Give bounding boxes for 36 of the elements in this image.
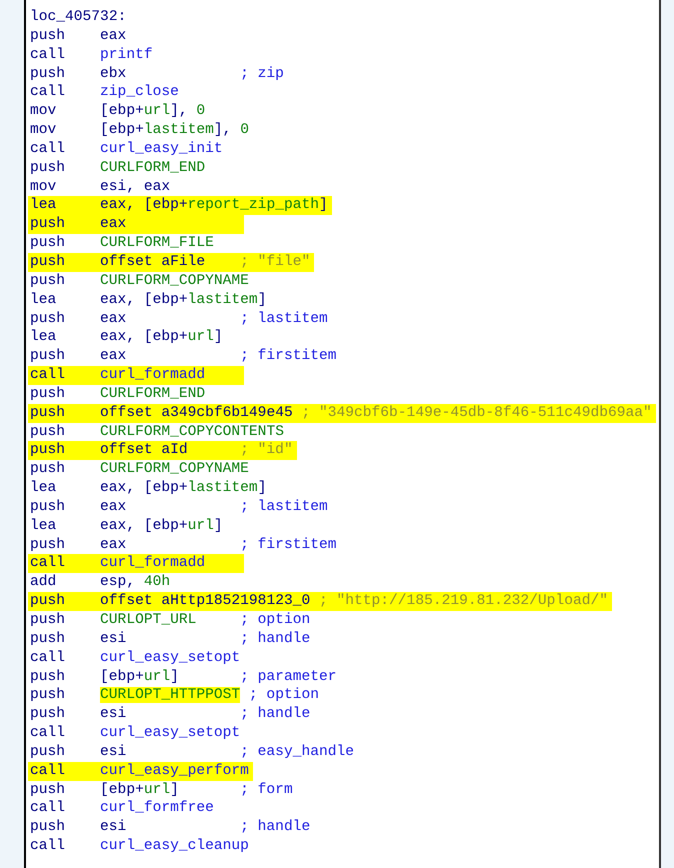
code-line: add esp, 40h bbox=[29, 573, 172, 592]
code-line: lea eax, [ebp+lastitem] bbox=[29, 290, 268, 310]
code-line: push [ebp+url] ; parameter bbox=[29, 668, 338, 686]
code-line: call zip_close bbox=[29, 83, 180, 102]
code-line: push CURLFORM_COPYNAME bbox=[29, 272, 250, 291]
code-line: push esi ; handle bbox=[29, 818, 312, 838]
code-line: push CURLFORM_COPYCONTENTS bbox=[29, 422, 285, 442]
code-line: lea eax, [ebp+url] bbox=[29, 328, 224, 348]
code-line: push esi ; easy_handle bbox=[29, 742, 356, 762]
code-line: lea eax, [ebp+lastitem] bbox=[29, 479, 268, 498]
code-line: push ebx ; zip bbox=[29, 64, 285, 84]
code-line: push CURLFORM_COPYNAME bbox=[29, 460, 250, 480]
code-line: mov [ebp+url], 0 bbox=[29, 102, 206, 122]
code-line: push CURLOPT_URL ; option bbox=[29, 611, 312, 630]
code-line: call curl_easy_init bbox=[29, 140, 224, 159]
code-line: call curl_easy_setopt bbox=[29, 648, 242, 668]
code-line: push eax ; firstitem bbox=[29, 347, 338, 366]
code-line: call curl_easy_setopt bbox=[29, 724, 242, 743]
code-line: mov esi, eax bbox=[29, 178, 172, 196]
code-line: push CURLFORM_END bbox=[29, 384, 206, 404]
code-line: call printf bbox=[29, 46, 154, 65]
code-line: call curl_easy_cleanup bbox=[29, 837, 250, 856]
code-line: push eax ; firstitem bbox=[29, 536, 338, 554]
code-line: call curl_formfree bbox=[29, 799, 215, 818]
code-line: push esi ; handle bbox=[29, 705, 312, 724]
code-label: loc_405732: bbox=[29, 8, 128, 27]
code-line: push CURLFORM_END bbox=[29, 158, 206, 178]
code-line: push CURLFORM_FILE bbox=[29, 234, 215, 253]
code-line: push CURLOPT_HTTPPOST ; option bbox=[29, 686, 320, 706]
code-line: lea eax, [ebp+url] bbox=[29, 516, 224, 536]
code-line: push [ebp+url] ; form bbox=[29, 780, 294, 800]
code-line: push eax ; lastitem bbox=[29, 310, 329, 328]
code-line: push eax bbox=[29, 26, 128, 46]
code-line: push eax ; lastitem bbox=[29, 498, 329, 517]
code-line: mov [ebp+lastitem], 0 bbox=[29, 121, 250, 140]
code-line: push esi ; handle bbox=[29, 630, 312, 649]
